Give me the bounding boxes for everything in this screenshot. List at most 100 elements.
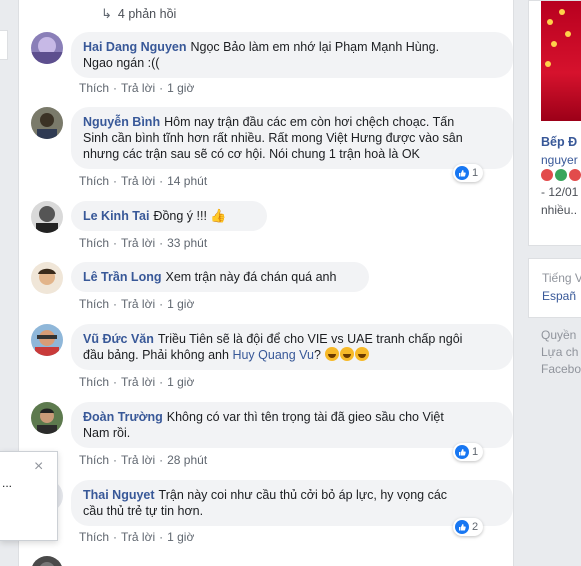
comment-author[interactable]: Đoàn Trường xyxy=(83,410,163,424)
ad-image[interactable] xyxy=(541,1,581,121)
reaction-count[interactable]: 2 xyxy=(453,518,484,536)
like-link[interactable]: Thích xyxy=(79,530,109,544)
avatar[interactable] xyxy=(31,32,63,64)
reply-link[interactable]: Trả lời xyxy=(121,81,155,95)
like-link[interactable]: Thích xyxy=(79,453,109,467)
reply-arrow-icon: ↳ xyxy=(101,6,112,21)
comment-text-line: Hôm nay trận đầu các em còn hơi chệch ch… xyxy=(164,115,455,129)
close-icon[interactable]: × xyxy=(34,458,43,476)
reaction-count-value: 1 xyxy=(472,167,479,179)
comment-text-line: Xem trận này đá chán quá anh xyxy=(165,270,337,284)
current-language: Tiếng V xyxy=(542,271,581,285)
sponsored-card[interactable]: Bếp Đ nguyer - 12/01 nhiều.. xyxy=(528,0,581,246)
popup-text: ... xyxy=(2,476,13,490)
comment-author[interactable]: Hai Dang Nguyen xyxy=(83,40,187,54)
avatar[interactable] xyxy=(31,201,63,233)
comment-text-line: Triều Tiên sẽ là đội để cho VIE vs UAE t… xyxy=(157,332,463,346)
comment-bubble: Lê Trần Long Xem trận này đá chán quá anh xyxy=(71,262,369,292)
comment-actions: Thích · Trả lời · 1 giờ xyxy=(79,375,195,389)
reply-link[interactable]: Trả lời xyxy=(121,236,155,250)
comment-author[interactable]: Thai Nguyet xyxy=(83,488,155,502)
like-link[interactable]: Thích xyxy=(79,81,109,95)
comment-author[interactable]: Le Kinh Tai xyxy=(83,209,149,223)
left-card-edge xyxy=(0,30,8,60)
emoji-icon xyxy=(541,169,553,181)
reply-link[interactable]: Trả lời xyxy=(121,530,155,544)
chat-popup: × ... xyxy=(0,451,58,541)
ad-source[interactable]: nguyer xyxy=(541,153,578,167)
emoji-icon xyxy=(569,169,581,181)
like-link[interactable]: Thích xyxy=(79,236,109,250)
like-reaction-icon xyxy=(455,166,469,180)
comment-author[interactable]: Vũ Đức Văn xyxy=(83,332,154,346)
like-link[interactable]: Thích xyxy=(79,297,109,311)
comment-time[interactable]: 1 giờ xyxy=(167,297,194,311)
footer-link[interactable]: Quyền xyxy=(541,328,576,342)
language-card: Tiếng V Españ xyxy=(528,258,581,318)
comment-actions: Thích · Trả lời · 14 phút xyxy=(79,174,208,188)
ad-title[interactable]: Bếp Đ xyxy=(541,135,577,149)
reply-link[interactable]: Trả lời xyxy=(121,174,155,188)
emoji-icon xyxy=(555,169,567,181)
ad-emoji-row xyxy=(541,169,581,181)
comment-bubble: Vũ Đức Văn Triều Tiên sẽ là đội để cho VI… xyxy=(71,324,513,370)
reply-link[interactable]: Trả lời xyxy=(121,453,155,467)
reaction-count[interactable]: 1 xyxy=(453,164,484,182)
mention-suffix: ? xyxy=(313,348,321,362)
comment-bubble: Hai Dang Nguyen Ngọc Bảo làm em nhớ lại P… xyxy=(71,32,513,78)
reply-link[interactable]: Trả lời xyxy=(121,297,155,311)
comment-author[interactable]: Nguyễn Bình xyxy=(83,115,160,129)
avatar[interactable] xyxy=(31,324,63,356)
thumbs-up-icon: 👍 xyxy=(210,208,227,223)
mention-link[interactable]: Huy Quang Vu xyxy=(232,348,314,362)
reply-link[interactable]: Trả lời xyxy=(121,375,155,389)
ad-text-line: - 12/01 xyxy=(541,185,579,199)
comment-text-line: Nam rồi. xyxy=(83,426,131,440)
comment-actions: Thích · Trả lời · 33 phút xyxy=(79,236,208,250)
avatar[interactable] xyxy=(31,402,63,434)
comment-time[interactable]: 33 phút xyxy=(167,236,207,250)
comment-actions: Thích · Trả lời · 1 giờ xyxy=(79,530,195,544)
view-replies-link[interactable]: ↳ 4 phản hồi xyxy=(101,6,176,22)
comment-feed: ↳ 4 phản hồi Hai Dang Nguyen Ngọc Bảo làm… xyxy=(18,0,514,566)
like-link[interactable]: Thích xyxy=(79,174,109,188)
like-link[interactable]: Thích xyxy=(79,375,109,389)
comment-text-line: Không có var thì tên trọng tài đã gieo s… xyxy=(166,410,444,424)
comment-time[interactable]: 28 phút xyxy=(167,453,207,467)
footer-link[interactable]: Lựa ch xyxy=(541,345,578,359)
comment-time[interactable]: 1 giờ xyxy=(167,375,194,389)
footer-link[interactable]: Facebo xyxy=(541,362,581,376)
comment-text-line: Sinh cần bình tĩnh hơn rất nhiều. Rất mo… xyxy=(83,131,463,145)
comment-bubble: Đoàn Trường Không có var thì tên trọng tà… xyxy=(71,402,513,448)
comment-text-line: Ngọc Bảo làm em nhớ lại Phạm Mạnh Hùng. xyxy=(190,40,440,54)
comment-bubble: Thai Nguyet Trận này coi như cầu thủ cởi … xyxy=(71,480,513,526)
comment-text-line: Đồng ý !!! xyxy=(153,209,207,223)
comment-time[interactable]: 1 giờ xyxy=(167,81,194,95)
comment-actions: Thích · Trả lời · 1 giờ xyxy=(79,81,195,95)
like-reaction-icon xyxy=(455,520,469,534)
comment-time[interactable]: 14 phút xyxy=(167,174,207,188)
comment-bubble: Nguyễn Bình Hôm nay trận đầu các em còn h… xyxy=(71,107,513,169)
comment-author[interactable]: Lê Trần Long xyxy=(83,270,161,284)
comment-bubble: Le Kinh Tai Đồng ý !!! 👍 xyxy=(71,201,267,231)
right-sidebar: Bếp Đ nguyer - 12/01 nhiều.. Tiếng V Esp… xyxy=(528,0,581,566)
comment-text-line: đầu bảng. Phải không anh xyxy=(83,348,229,362)
avatar[interactable] xyxy=(31,262,63,294)
comment-time[interactable]: 1 giờ xyxy=(167,530,194,544)
like-reaction-icon xyxy=(455,445,469,459)
comment-actions: Thích · Trả lời · 28 phút xyxy=(79,453,208,467)
laughing-emoji-icon xyxy=(355,347,370,361)
reaction-count-value: 1 xyxy=(472,446,479,458)
comment-actions: Thích · Trả lời · 1 giờ xyxy=(79,297,195,311)
avatar[interactable] xyxy=(31,107,63,139)
reaction-count[interactable]: 1 xyxy=(453,443,484,461)
comment-text-line: Ngao ngán :(( xyxy=(83,56,160,70)
reaction-count-value: 2 xyxy=(472,521,479,533)
view-replies-label: 4 phản hồi xyxy=(117,7,177,21)
laughing-emoji-icon xyxy=(325,347,340,361)
language-option[interactable]: Españ xyxy=(542,289,576,303)
comment-text-line: Trận này coi như cầu thủ cởi bỏ áp lực, … xyxy=(158,488,448,502)
avatar[interactable] xyxy=(31,556,63,566)
comment-text-line: cầu thủ trẻ tự tin hơn. xyxy=(83,504,204,518)
ad-text-line[interactable]: nhiều.. xyxy=(541,203,577,217)
